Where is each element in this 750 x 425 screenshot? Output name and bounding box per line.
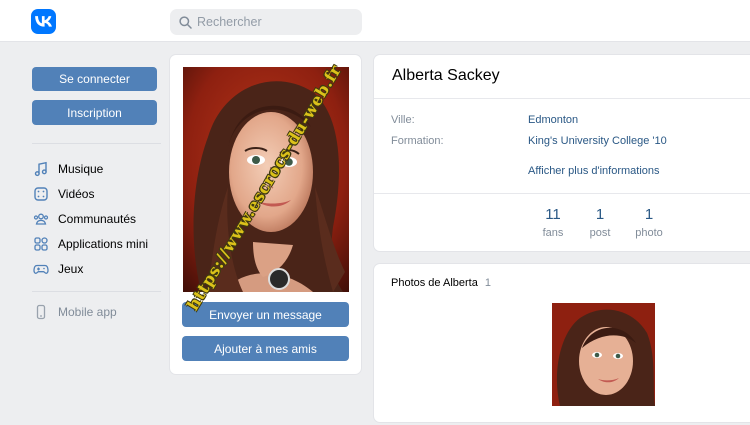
info-value-city[interactable]: Edmonton bbox=[528, 114, 578, 126]
register-button[interactable]: Inscription bbox=[32, 100, 157, 125]
photos-title: Photos de Alberta bbox=[391, 277, 478, 289]
sidebar-item-mini-apps[interactable]: Applications mini bbox=[32, 234, 162, 254]
top-bar bbox=[0, 0, 750, 42]
photos-count: 1 bbox=[484, 277, 492, 289]
profile-name: Alberta Sackey bbox=[392, 67, 500, 84]
show-more-info-link[interactable]: Afficher plus d'informations bbox=[528, 165, 660, 177]
sidebar-item-label: Vidéos bbox=[58, 187, 95, 201]
sidebar-item-games[interactable]: Jeux bbox=[32, 259, 162, 279]
stat-label: post bbox=[589, 227, 611, 239]
stat-value: 11 bbox=[545, 206, 561, 223]
stat-label: photo bbox=[635, 227, 663, 239]
sidebar-item-communities[interactable]: Communautés bbox=[32, 209, 162, 229]
search-box[interactable] bbox=[170, 9, 362, 35]
stat-label: fans bbox=[542, 227, 564, 239]
login-button[interactable]: Se connecter bbox=[32, 67, 157, 91]
send-message-button[interactable]: Envoyer un message bbox=[182, 302, 349, 327]
info-divider bbox=[374, 98, 750, 99]
community-icon bbox=[32, 210, 50, 228]
sidebar-item-music[interactable]: Musique bbox=[32, 159, 162, 179]
stats-divider bbox=[374, 193, 750, 194]
sidebar-item-label: Jeux bbox=[58, 262, 84, 276]
info-value-education[interactable]: King's University College '10 bbox=[528, 135, 667, 147]
sidebar-item-label: Applications mini bbox=[58, 237, 149, 251]
sidebar-item-label: Musique bbox=[58, 162, 104, 176]
add-friend-button[interactable]: Ajouter à mes amis bbox=[182, 336, 349, 361]
sidebar-divider bbox=[32, 291, 161, 292]
info-label-education: Formation: bbox=[391, 135, 444, 147]
sidebar-item-mobile-app[interactable]: Mobile app bbox=[32, 302, 162, 322]
stat-value: 1 bbox=[644, 206, 654, 223]
photo-thumbnail[interactable] bbox=[552, 303, 655, 406]
stat-value: 1 bbox=[595, 206, 605, 223]
apps-grid-icon bbox=[32, 235, 50, 253]
search-icon bbox=[179, 15, 192, 29]
sidebar-divider bbox=[32, 143, 161, 144]
gamepad-icon bbox=[32, 260, 50, 278]
video-icon bbox=[32, 185, 50, 203]
sidebar-item-label: Mobile app bbox=[58, 305, 117, 319]
photos-header[interactable]: Photos de Alberta 1 bbox=[391, 277, 491, 289]
phone-icon bbox=[32, 303, 50, 321]
vk-logo-icon[interactable] bbox=[31, 9, 56, 34]
search-input[interactable] bbox=[197, 15, 347, 29]
sidebar-item-label: Communautés bbox=[58, 212, 137, 226]
info-label-city: Ville: bbox=[391, 114, 415, 126]
sidebar-item-videos[interactable]: Vidéos bbox=[32, 184, 162, 204]
music-note-icon bbox=[32, 160, 50, 178]
